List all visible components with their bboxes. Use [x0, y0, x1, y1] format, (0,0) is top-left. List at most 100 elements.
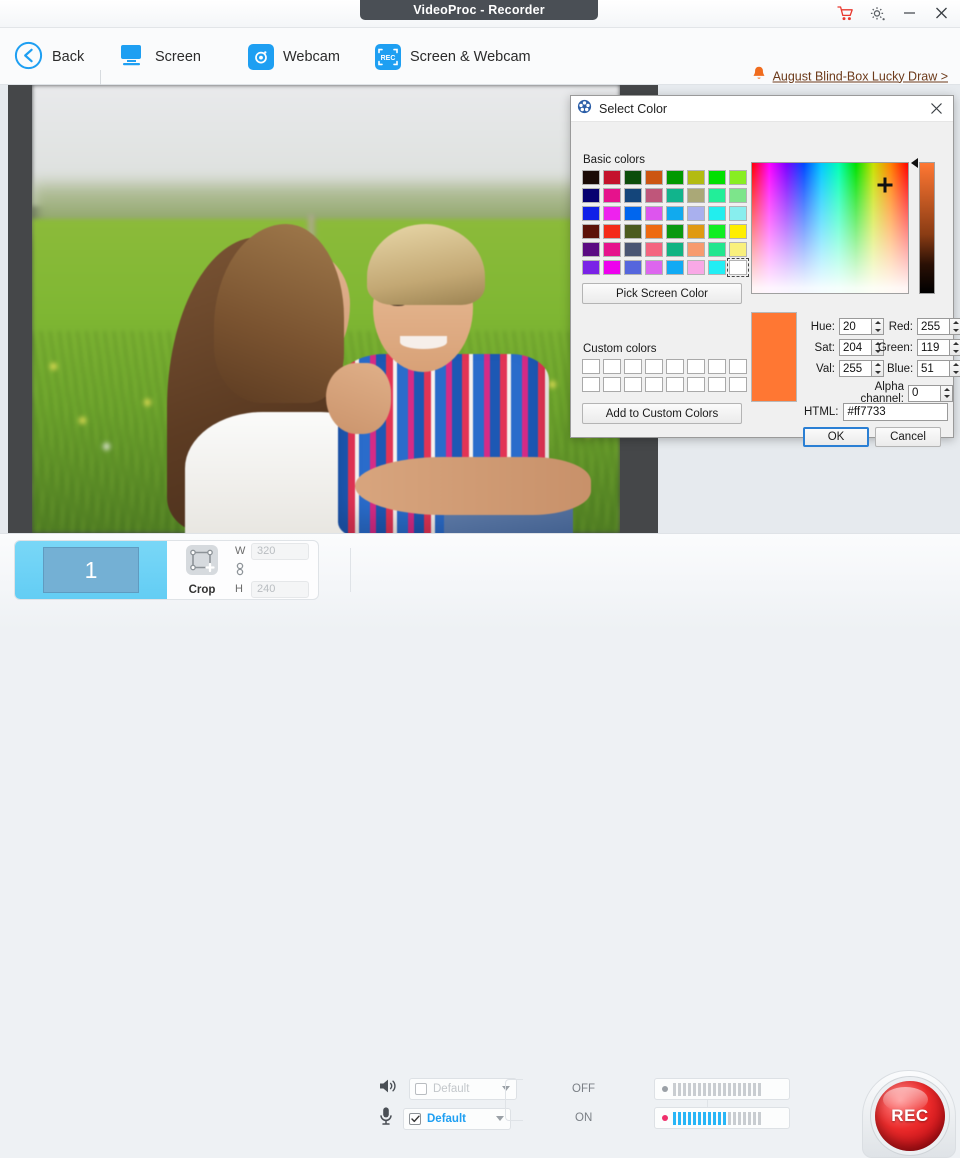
value-input[interactable]: 255: [839, 360, 872, 377]
basic-color-swatch[interactable]: [624, 188, 642, 203]
height-input[interactable]: 240: [251, 581, 309, 598]
microphone-checkbox[interactable]: [409, 1113, 421, 1125]
custom-color-swatch[interactable]: [708, 377, 726, 392]
basic-color-swatch[interactable]: [729, 206, 747, 221]
value-slider[interactable]: [919, 162, 935, 294]
microphone-device-select[interactable]: Default: [403, 1108, 511, 1130]
source-thumbnail[interactable]: 1: [15, 541, 167, 599]
basic-color-swatch[interactable]: [708, 242, 726, 257]
saturation-value-field[interactable]: [751, 162, 909, 294]
basic-color-swatch[interactable]: [603, 224, 621, 239]
crop-button[interactable]: Crop: [181, 544, 223, 596]
hue-stepper[interactable]: [872, 318, 884, 335]
alpha-stepper[interactable]: [941, 385, 953, 402]
red-stepper[interactable]: [950, 318, 960, 335]
minimize-icon[interactable]: [896, 3, 922, 25]
speaker-checkbox[interactable]: [415, 1083, 427, 1095]
basic-color-swatch[interactable]: [708, 224, 726, 239]
basic-color-swatch[interactable]: [582, 224, 600, 239]
custom-color-swatch[interactable]: [687, 377, 705, 392]
custom-color-swatch[interactable]: [603, 377, 621, 392]
custom-color-swatch[interactable]: [666, 377, 684, 392]
video-preview[interactable]: [32, 85, 620, 533]
basic-color-swatch[interactable]: [624, 224, 642, 239]
custom-colors-grid[interactable]: [582, 359, 747, 392]
basic-color-swatch[interactable]: [687, 188, 705, 203]
blue-input[interactable]: 51: [917, 360, 950, 377]
green-input[interactable]: 119: [917, 339, 950, 356]
record-button[interactable]: REC: [875, 1081, 945, 1151]
width-input[interactable]: 320: [251, 543, 309, 560]
custom-color-swatch[interactable]: [624, 359, 642, 374]
basic-color-swatch[interactable]: [582, 260, 600, 275]
value-stepper[interactable]: [872, 360, 884, 377]
basic-color-swatch[interactable]: [687, 260, 705, 275]
basic-color-swatch[interactable]: [687, 206, 705, 221]
basic-color-swatch[interactable]: [729, 242, 747, 257]
value-slider-handle-icon[interactable]: [911, 158, 918, 168]
basic-color-swatch[interactable]: [624, 260, 642, 275]
basic-colors-grid[interactable]: [582, 170, 747, 275]
basic-color-swatch[interactable]: [603, 242, 621, 257]
basic-color-swatch[interactable]: [666, 260, 684, 275]
basic-color-swatch[interactable]: [729, 188, 747, 203]
basic-color-swatch[interactable]: [729, 224, 747, 239]
custom-color-swatch[interactable]: [666, 359, 684, 374]
webcam-mode-button[interactable]: Webcam: [248, 40, 340, 74]
basic-color-swatch[interactable]: [708, 206, 726, 221]
basic-color-swatch[interactable]: [645, 260, 663, 275]
custom-color-swatch[interactable]: [708, 359, 726, 374]
basic-color-swatch[interactable]: [582, 188, 600, 203]
cancel-button[interactable]: Cancel: [875, 427, 941, 447]
red-input[interactable]: 255: [917, 318, 950, 335]
basic-color-swatch[interactable]: [687, 170, 705, 185]
basic-color-swatch[interactable]: [666, 224, 684, 239]
basic-color-swatch[interactable]: [603, 206, 621, 221]
ok-button[interactable]: OK: [803, 427, 869, 447]
screen-and-webcam-mode-button[interactable]: REC Screen & Webcam: [375, 40, 531, 74]
speaker-device-select[interactable]: Default: [409, 1078, 517, 1100]
basic-color-swatch[interactable]: [729, 260, 747, 275]
cart-icon[interactable]: [832, 3, 858, 25]
basic-color-swatch[interactable]: [624, 206, 642, 221]
custom-color-swatch[interactable]: [603, 359, 621, 374]
basic-color-swatch[interactable]: [708, 260, 726, 275]
add-to-custom-colors-button[interactable]: Add to Custom Colors: [582, 403, 742, 424]
pick-screen-color-button[interactable]: Pick Screen Color: [582, 283, 742, 304]
custom-color-swatch[interactable]: [645, 359, 663, 374]
basic-color-swatch[interactable]: [729, 170, 747, 185]
dialog-close-icon[interactable]: [925, 99, 947, 119]
screen-mode-button[interactable]: Screen: [118, 40, 201, 74]
basic-color-swatch[interactable]: [624, 170, 642, 185]
custom-color-swatch[interactable]: [624, 377, 642, 392]
close-icon[interactable]: [928, 3, 954, 25]
basic-color-swatch[interactable]: [666, 170, 684, 185]
hue-input[interactable]: 20: [839, 318, 872, 335]
custom-color-swatch[interactable]: [582, 359, 600, 374]
basic-color-swatch[interactable]: [582, 170, 600, 185]
gear-icon[interactable]: [864, 3, 890, 25]
custom-color-swatch[interactable]: [645, 377, 663, 392]
custom-color-swatch[interactable]: [729, 377, 747, 392]
basic-color-swatch[interactable]: [708, 188, 726, 203]
basic-color-swatch[interactable]: [603, 170, 621, 185]
chain-link-icon[interactable]: [235, 562, 245, 579]
basic-color-swatch[interactable]: [666, 206, 684, 221]
basic-color-swatch[interactable]: [603, 260, 621, 275]
basic-color-swatch[interactable]: [645, 224, 663, 239]
basic-color-swatch[interactable]: [645, 170, 663, 185]
basic-color-swatch[interactable]: [624, 242, 642, 257]
basic-color-swatch[interactable]: [687, 224, 705, 239]
basic-color-swatch[interactable]: [582, 242, 600, 257]
toggle-on-label[interactable]: ON: [575, 1112, 592, 1124]
alpha-input[interactable]: 0: [908, 385, 941, 402]
custom-color-swatch[interactable]: [729, 359, 747, 374]
green-stepper[interactable]: [950, 339, 960, 356]
basic-color-swatch[interactable]: [708, 170, 726, 185]
basic-color-swatch[interactable]: [666, 242, 684, 257]
basic-color-swatch[interactable]: [687, 242, 705, 257]
basic-color-swatch[interactable]: [645, 206, 663, 221]
basic-color-swatch[interactable]: [603, 188, 621, 203]
promo-link[interactable]: August Blind-Box Lucky Draw >: [752, 66, 948, 87]
saturation-input[interactable]: 204: [839, 339, 872, 356]
